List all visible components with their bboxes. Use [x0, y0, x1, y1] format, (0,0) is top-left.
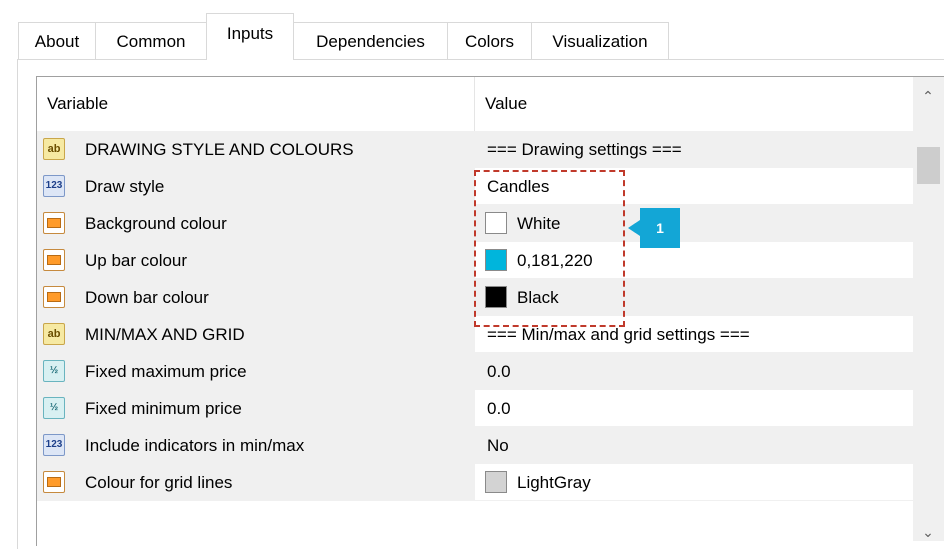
row-value: No	[487, 436, 509, 455]
string-icon: ab	[43, 138, 65, 160]
row-name: DRAWING STYLE AND COLOURS	[85, 140, 354, 159]
row-name: Draw style	[85, 177, 165, 196]
scroll-up-icon[interactable]: ⌃	[921, 89, 935, 103]
tab-common[interactable]: Common	[95, 22, 207, 59]
row-name: Down bar colour	[85, 288, 209, 307]
tab-dependencies[interactable]: Dependencies	[293, 22, 448, 59]
grid-row-drawing-style-and-colours[interactable]: ab DRAWING STYLE AND COLOURS === Drawing…	[37, 131, 915, 168]
color-icon	[43, 286, 65, 308]
scroll-down-icon[interactable]: ⌄	[921, 525, 935, 539]
vertical-scrollbar[interactable]: ⌃ ⌄	[913, 77, 944, 541]
header-variable[interactable]: Variable	[47, 94, 108, 114]
row-name: MIN/MAX AND GRID	[85, 325, 245, 344]
color-icon	[43, 471, 65, 493]
tab-strip: About Common Inputs Dependencies Colors …	[0, 0, 944, 60]
row-name: Fixed maximum price	[85, 362, 247, 381]
row-value: 0.0	[487, 399, 511, 418]
string-icon: ab	[43, 323, 65, 345]
callout-badge: 1	[640, 208, 680, 248]
tab-colors[interactable]: Colors	[447, 22, 532, 59]
tab-about[interactable]: About	[18, 22, 96, 59]
grid-row-fixed-maximum-price[interactable]: ½ Fixed maximum price 0.0	[37, 353, 915, 390]
color-icon	[43, 249, 65, 271]
row-value: 0.0	[487, 362, 511, 381]
grid-row-colour-for-grid-lines[interactable]: Colour for grid lines LightGray	[37, 464, 915, 501]
color-icon	[43, 212, 65, 234]
row-name: Fixed minimum price	[85, 399, 242, 418]
grid-row-fixed-minimum-price[interactable]: ½ Fixed minimum price 0.0	[37, 390, 915, 427]
row-value: === Min/max and grid settings ===	[487, 325, 750, 344]
integer-icon: 123	[43, 175, 65, 197]
row-name: Include indicators in min/max	[85, 436, 305, 455]
color-swatch	[485, 471, 507, 493]
callout-pointer	[628, 220, 640, 236]
row-value: === Drawing settings ===	[487, 140, 682, 159]
header-divider[interactable]	[474, 77, 475, 131]
tab-visualization[interactable]: Visualization	[531, 22, 669, 59]
highlight-box	[474, 170, 625, 327]
row-name: Colour for grid lines	[85, 473, 233, 492]
row-name: Up bar colour	[85, 251, 188, 270]
header-value[interactable]: Value	[485, 94, 527, 114]
grid-header: Variable Value	[37, 77, 915, 131]
double-icon: ½	[43, 397, 65, 419]
row-value: LightGray	[517, 473, 591, 492]
double-icon: ½	[43, 360, 65, 382]
row-name: Background colour	[85, 214, 227, 233]
integer-icon: 123	[43, 434, 65, 456]
tab-inputs[interactable]: Inputs	[206, 13, 294, 60]
grid-row-include-indicators[interactable]: 123 Include indicators in min/max No	[37, 427, 915, 464]
scrollbar-thumb[interactable]	[917, 147, 940, 184]
